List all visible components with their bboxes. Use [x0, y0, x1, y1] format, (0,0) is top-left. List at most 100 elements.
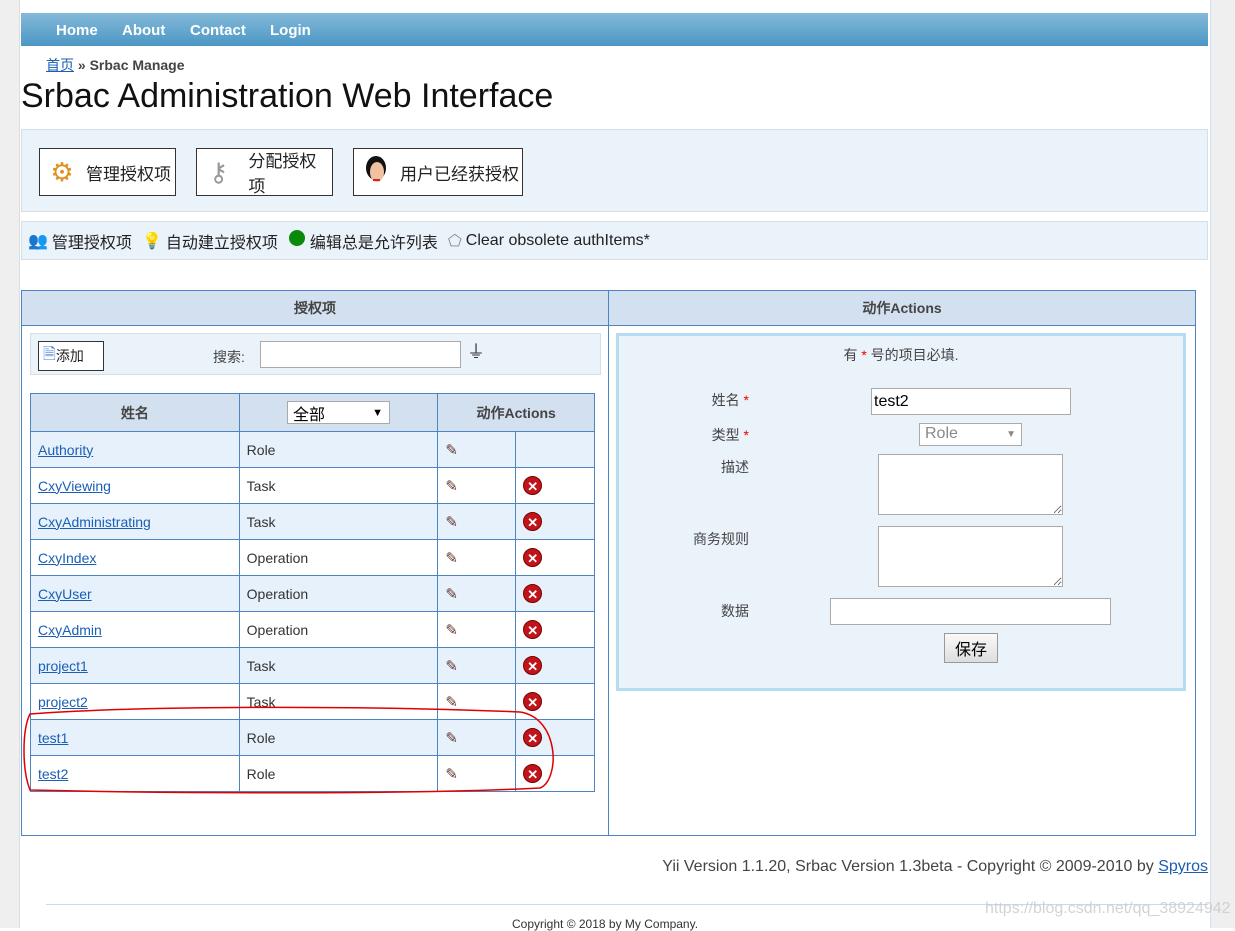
edit-icon[interactable]: ✎	[445, 514, 458, 531]
delete-icon[interactable]: ✕	[523, 512, 543, 531]
filter-icon[interactable]: ⏚	[467, 338, 485, 364]
description-textarea[interactable]	[878, 454, 1063, 515]
save-button[interactable]: 保存	[944, 633, 998, 663]
item-link[interactable]: CxyAdministrating	[38, 514, 151, 530]
add-button[interactable]: 🗎 添加	[38, 341, 104, 371]
item-link[interactable]: CxyAdmin	[38, 622, 102, 638]
author-link[interactable]: Spyros	[1158, 858, 1208, 875]
edit-icon[interactable]: ✎	[445, 622, 458, 639]
breadcrumb-home[interactable]: 首页	[46, 57, 74, 73]
type-filter-select[interactable]: 全部 ▼	[287, 401, 390, 424]
add-file-icon: 🗎	[43, 345, 56, 363]
search-label: 搜索:	[213, 349, 245, 365]
copyright: Copyright © 2018 by My Company.	[512, 917, 699, 931]
cell-name: Authority	[30, 431, 240, 468]
submenu-label: 编辑总是允许列表	[309, 234, 438, 252]
assign-auth-items-button[interactable]: ⚷ 分配授权项	[196, 148, 333, 196]
description-label: 描述	[721, 459, 749, 475]
auth-items-panel: 授权项 🗎 添加 搜索: ⏚ 姓名 全部 ▼ 动作Actions Authority…	[21, 290, 609, 836]
item-link[interactable]: project1	[38, 658, 88, 674]
panel-title: 授权项	[22, 291, 608, 326]
business-rule-textarea[interactable]	[878, 526, 1063, 587]
submenu-manage[interactable]: 👥 管理授权项	[28, 229, 132, 253]
edit-icon[interactable]: ✎	[445, 694, 458, 711]
data-input[interactable]	[830, 598, 1111, 625]
cell-edit: ✎	[437, 503, 517, 540]
cell-edit: ✎	[437, 647, 517, 684]
cell-delete: ✕	[515, 503, 595, 540]
nav-about[interactable]: About	[122, 22, 165, 39]
cell-delete: ✕	[515, 647, 595, 684]
table-row: Authority Role ✎	[30, 431, 595, 468]
edit-icon[interactable]: ✎	[445, 766, 458, 783]
label-text: 姓名	[711, 392, 740, 408]
breadcrumb-current: Srbac Manage	[89, 57, 185, 73]
edit-icon[interactable]: ✎	[445, 586, 458, 603]
cell-edit: ✎	[437, 683, 517, 720]
sub-menu-bar: 👥 管理授权项 💡 自动建立授权项 编辑总是允许列表 ⬠ Clear obsolete…	[21, 221, 1208, 260]
cell-edit: ✎	[437, 575, 517, 612]
cell-edit: ✎	[437, 431, 517, 468]
submenu-label: Clear obsolete authItems*	[465, 231, 650, 249]
item-link[interactable]: test2	[38, 766, 68, 782]
cell-edit: ✎	[437, 467, 517, 504]
nav-contact[interactable]: Contact	[190, 22, 246, 39]
submenu-always-allowed[interactable]: 编辑总是允许列表	[288, 229, 438, 253]
nav-login[interactable]: Login	[270, 22, 311, 39]
edit-icon[interactable]: ✎	[445, 478, 458, 495]
required-star: *	[743, 427, 749, 443]
cell-type: Role	[238, 719, 439, 756]
cell-type: Task	[238, 647, 439, 684]
lightbulb-icon: 💡	[141, 232, 162, 250]
edit-icon[interactable]: ✎	[445, 730, 458, 747]
delete-icon[interactable]: ✕	[523, 548, 543, 567]
submenu-clear-obsolete[interactable]: ⬠ Clear obsolete authItems*	[448, 231, 650, 251]
cell-type: Operation	[238, 575, 439, 612]
button-label: 分配授权项	[248, 152, 317, 196]
required-star: *	[743, 392, 749, 408]
users-icon: 👥	[28, 232, 48, 250]
item-link[interactable]: Authority	[38, 442, 93, 458]
item-link[interactable]: project2	[38, 694, 88, 710]
item-link[interactable]: CxyViewing	[38, 478, 111, 494]
user-assignments-button[interactable]: 用户已经获授权	[353, 148, 523, 196]
table-row: CxyIndex Operation ✎ ✕	[30, 539, 595, 576]
cell-type: Operation	[238, 611, 439, 648]
delete-icon[interactable]: ✕	[523, 584, 543, 603]
edit-icon[interactable]: ✎	[445, 658, 458, 675]
search-input[interactable]	[260, 341, 461, 368]
green-dot-icon	[288, 229, 306, 252]
cell-delete: ✕	[515, 467, 595, 504]
name-label: 姓名 *	[619, 390, 749, 410]
table-row: CxyUser Operation ✎ ✕	[30, 575, 595, 612]
cell-delete: ✕	[515, 683, 595, 720]
submenu-autocreate[interactable]: 💡 自动建立授权项	[142, 229, 278, 253]
nav-home[interactable]: Home	[56, 22, 98, 39]
delete-icon[interactable]: ✕	[523, 656, 543, 675]
table-row: test1 Role ✎ ✕	[30, 719, 595, 756]
item-link[interactable]: CxyUser	[38, 586, 92, 602]
delete-icon[interactable]: ✕	[523, 728, 543, 747]
right-page-margin	[1210, 0, 1235, 928]
manage-auth-items-button[interactable]: ⚙ 管理授权项	[39, 148, 176, 196]
delete-icon[interactable]: ✕	[523, 620, 543, 639]
name-input[interactable]	[871, 388, 1071, 415]
delete-icon[interactable]: ✕	[523, 764, 543, 783]
cell-delete: ✕	[515, 719, 595, 756]
type-label: 类型 *	[619, 425, 749, 445]
note-star: *	[861, 347, 867, 363]
edit-icon[interactable]: ✎	[445, 550, 458, 567]
col-name: 姓名	[30, 393, 240, 432]
breadcrumb-sep: »	[77, 57, 86, 73]
delete-icon[interactable]: ✕	[523, 476, 543, 495]
page-title: Srbac Administration Web Interface	[21, 77, 554, 115]
item-link[interactable]: test1	[38, 730, 68, 746]
item-link[interactable]: CxyIndex	[38, 550, 96, 566]
eraser-icon: ⬠	[447, 232, 462, 250]
delete-icon[interactable]: ✕	[523, 692, 543, 711]
type-filter-value: 全部	[293, 406, 326, 424]
type-select[interactable]: Role ▼	[919, 423, 1022, 446]
label-text: 类型	[711, 427, 740, 443]
edit-icon[interactable]: ✎	[445, 442, 458, 459]
panel-title: 动作Actions	[609, 291, 1195, 326]
